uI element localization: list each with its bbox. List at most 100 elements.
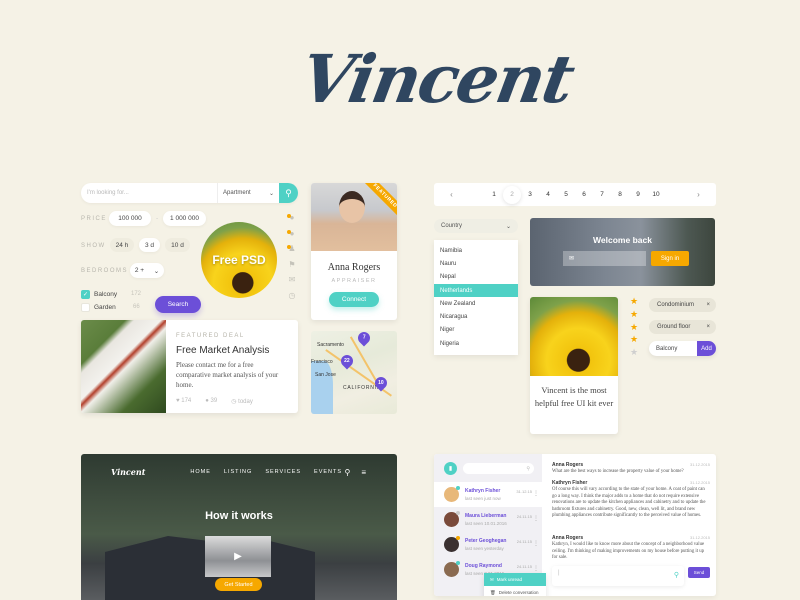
- country-option[interactable]: Netherlands: [434, 283, 518, 298]
- chat-notification-icon[interactable]: ●: [287, 213, 297, 227]
- nav-home[interactable]: HOME: [190, 469, 211, 475]
- user-notification-icon[interactable]: ♟: [287, 244, 297, 258]
- hero-title: How it works: [205, 510, 273, 522]
- bedrooms-value: 2 +: [134, 267, 145, 274]
- search-input[interactable]: I'm looking for...: [81, 190, 217, 196]
- conversation-item[interactable]: Kathryn Fisher last seen just now 31.12.15…: [434, 482, 542, 507]
- email-field[interactable]: ✉: [563, 251, 646, 266]
- price-max-input[interactable]: 1 000 000: [163, 211, 206, 226]
- page-6-button[interactable]: 6: [575, 186, 593, 204]
- bedrooms-select[interactable]: 2 + ⌄: [130, 263, 164, 278]
- delete-conversation-item[interactable]: 🗑 Delete conversation: [484, 586, 546, 596]
- send-button[interactable]: Send: [688, 567, 710, 578]
- conversation-date: 24.11.15: [516, 539, 532, 544]
- hero-brand[interactable]: Vincent: [111, 467, 145, 477]
- close-icon[interactable]: ×: [706, 324, 710, 330]
- get-started-button[interactable]: Get Started: [215, 578, 262, 591]
- map[interactable]: Sacramento Francisco San Jose CALIFORNIA…: [311, 331, 397, 414]
- add-tag-input[interactable]: Balcony: [649, 346, 697, 352]
- page-3-button[interactable]: 3: [521, 186, 539, 204]
- envelope-icon: ✉: [569, 256, 575, 262]
- connect-button[interactable]: Connect: [329, 292, 379, 307]
- conversation-item[interactable]: Maura Lieberman last seen 10.01.2016 24.11…: [434, 507, 542, 532]
- country-option[interactable]: Niger: [434, 324, 518, 337]
- message: Anna Rogers 31.12.2015 What are the best w…: [552, 462, 710, 476]
- search-button[interactable]: Search: [155, 296, 201, 313]
- conversation-search[interactable]: ⚲: [463, 463, 534, 474]
- country-option[interactable]: Nauru: [434, 257, 518, 270]
- page-5-button[interactable]: 5: [557, 186, 575, 204]
- menu-icon[interactable]: ≡: [361, 468, 367, 477]
- country-option[interactable]: Nigeria: [434, 337, 518, 350]
- balcony-checkbox[interactable]: ✓: [81, 290, 90, 299]
- next-page-button[interactable]: ›: [681, 190, 716, 199]
- nav-listing[interactable]: LISTING: [224, 469, 252, 475]
- country-option[interactable]: Nicaragua: [434, 310, 518, 323]
- conversation-item[interactable]: Peter Geoghegan last seen yesterday 24.11.…: [434, 532, 542, 557]
- star-icon[interactable]: ★: [628, 322, 640, 335]
- app-icon[interactable]: ▮: [444, 462, 457, 475]
- page-4-button[interactable]: 4: [539, 186, 557, 204]
- star-icon[interactable]: ★: [628, 347, 640, 360]
- avatar: [339, 191, 365, 223]
- star-icon[interactable]: ★: [628, 334, 640, 347]
- map-pin[interactable]: 7: [355, 331, 373, 347]
- tag-notification-icon[interactable]: ●: [287, 229, 297, 243]
- garden-label: Garden: [94, 304, 116, 311]
- country-select[interactable]: Country ⌄: [434, 219, 518, 233]
- paperclip-icon[interactable]: ⚲: [674, 571, 679, 579]
- price-min-input[interactable]: 100 000: [109, 211, 151, 226]
- page-7-button[interactable]: 7: [593, 186, 611, 204]
- featured-deal-kicker: FEATURED DEAL: [176, 333, 245, 339]
- prev-page-button[interactable]: ‹: [434, 190, 469, 199]
- message: Anna Rogers 31.12.2015 Kathryn, I would li…: [552, 535, 710, 562]
- page-2-button[interactable]: 2: [503, 185, 521, 204]
- page-1-button[interactable]: 1: [485, 186, 503, 204]
- profile-role: APPRAISER: [331, 278, 377, 284]
- city-label: Francisco: [311, 359, 333, 365]
- page-9-button[interactable]: 9: [629, 186, 647, 204]
- message-input-value: |: [558, 570, 560, 576]
- add-tag-button[interactable]: Add: [697, 341, 716, 356]
- country-option[interactable]: New Zealand: [434, 297, 518, 310]
- last-seen: last seen just now: [465, 496, 501, 501]
- clock-icon[interactable]: ◷: [287, 291, 297, 305]
- search-icon[interactable]: ⚲: [344, 468, 351, 477]
- star-icon[interactable]: ★: [628, 309, 640, 322]
- sign-in-button[interactable]: Sign in: [651, 251, 689, 266]
- mail-icon[interactable]: ✉: [287, 275, 297, 289]
- star-icon[interactable]: ★: [628, 296, 640, 309]
- page-8-button[interactable]: 8: [611, 186, 629, 204]
- more-options-icon[interactable]: ⋮: [533, 515, 539, 522]
- hero-nav: Vincent HOME LISTING SERVICES EVENTS ⚲ ≡: [111, 467, 367, 477]
- nav-events[interactable]: EVENTS: [314, 469, 342, 475]
- nav-services[interactable]: SERVICES: [265, 469, 301, 475]
- pagination: ‹ 1 2 3 4 5 6 7 8 9 10 ›: [434, 183, 716, 206]
- country-option[interactable]: Namibia: [434, 244, 518, 257]
- city-label: Sacramento: [317, 342, 344, 348]
- property-type-select[interactable]: Apartment ⌄: [217, 183, 279, 203]
- flag-icon[interactable]: ⚑: [287, 260, 297, 274]
- country-option[interactable]: Nepal: [434, 271, 518, 284]
- comments[interactable]: ● 39: [205, 398, 217, 405]
- featured-deal-card[interactable]: FEATURED DEAL Free Market Analysis Pleas…: [81, 320, 298, 413]
- more-options-icon[interactable]: ⋮: [533, 565, 539, 572]
- more-options-icon[interactable]: ⋮: [533, 540, 539, 547]
- garden-checkbox[interactable]: [81, 303, 90, 312]
- show-option-3d[interactable]: 3 d: [139, 238, 160, 252]
- search-icon-button[interactable]: ⚲: [279, 183, 298, 203]
- star-rating[interactable]: ★ ★ ★ ★ ★: [628, 296, 640, 360]
- more-options-icon[interactable]: ⋮: [533, 490, 539, 497]
- message-input[interactable]: | ⚲: [552, 566, 684, 586]
- show-option-10d[interactable]: 10 d: [165, 238, 190, 252]
- welcome-back-card: Welcome back ✉ Sign in: [530, 218, 715, 286]
- message: Kathryn Fisher 31.12.2015 Of course this w…: [552, 480, 710, 520]
- close-icon[interactable]: ×: [706, 302, 710, 308]
- video-thumbnail[interactable]: ▶: [205, 536, 271, 577]
- featured-ribbon: FEATURED: [360, 183, 397, 221]
- likes[interactable]: ♥ 174: [176, 398, 191, 405]
- mark-unread-item[interactable]: ✉ Mark unread: [484, 573, 546, 586]
- last-seen: last seen 10.01.2016: [465, 521, 507, 526]
- page-10-button[interactable]: 10: [647, 186, 665, 204]
- show-option-24h[interactable]: 24 h: [110, 238, 134, 252]
